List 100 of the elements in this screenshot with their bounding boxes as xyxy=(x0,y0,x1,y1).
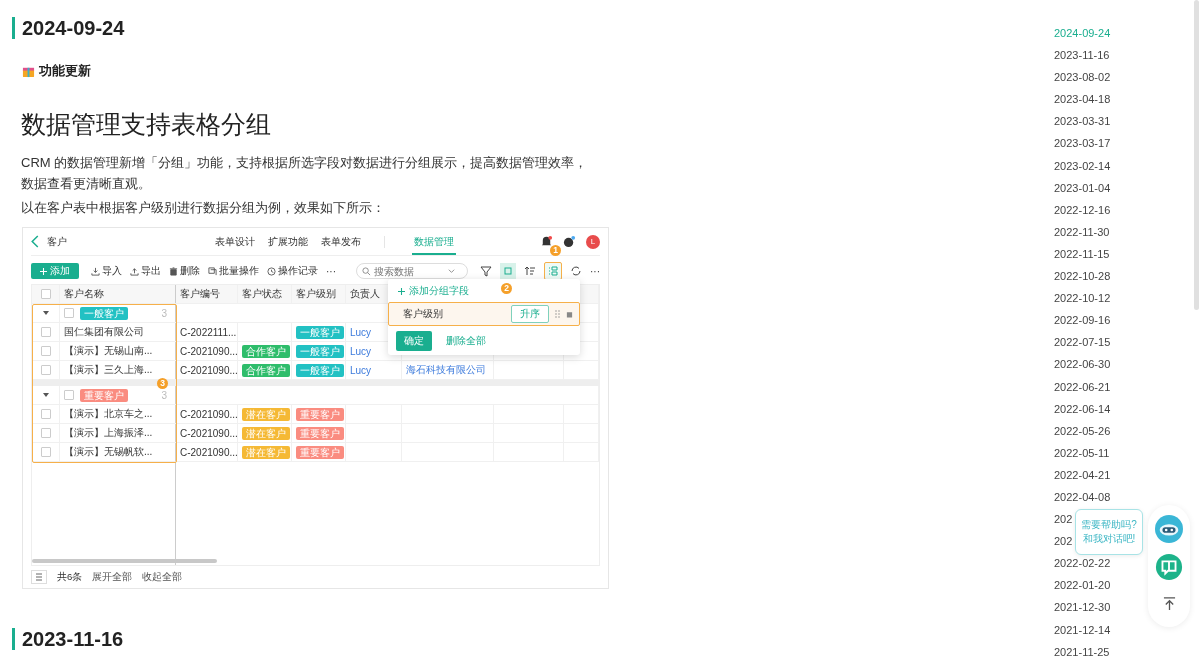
table-cell: 【演示】三久上海... xyxy=(64,363,153,377)
caret-icon[interactable] xyxy=(42,310,49,316)
level-tag: 一般客户 xyxy=(296,363,344,377)
collapse-all-link[interactable]: 收起全部 xyxy=(142,570,183,584)
toc-item[interactable]: 2021-12-14 xyxy=(1054,622,1111,637)
table-cell: C-2021090... xyxy=(180,408,237,420)
article-title: 数据管理支持表格分组 xyxy=(21,109,272,140)
toc-item[interactable]: 2022-07-15 xyxy=(1054,335,1111,350)
step-marker: 3 xyxy=(157,378,168,389)
toc-item[interactable]: 2022-10-28 xyxy=(1054,269,1111,284)
checkbox[interactable] xyxy=(40,327,51,337)
owner-link[interactable]: Lucy xyxy=(350,364,372,376)
search-input[interactable]: 搜索数据 xyxy=(374,265,444,277)
status-tag: 潜在客户 xyxy=(242,445,290,459)
group-tag: 重要客户 xyxy=(80,388,128,402)
chat-icon[interactable] xyxy=(1155,553,1183,581)
toc-item[interactable]: 2022-04-21 xyxy=(1054,467,1111,482)
avatar[interactable]: L xyxy=(586,234,600,249)
toc-item[interactable]: 2022-01-20 xyxy=(1054,578,1111,593)
toc-item[interactable]: 2022-05-26 xyxy=(1054,423,1111,438)
chevron-down-icon[interactable] xyxy=(447,266,456,276)
toc-item[interactable]: 2022-04-08 xyxy=(1054,489,1111,504)
toc-item[interactable]: 2022-06-30 xyxy=(1054,357,1111,372)
toc-item[interactable]: 2022-05-11 xyxy=(1054,445,1110,460)
toolbar-action[interactable]: 导入 xyxy=(91,264,122,278)
toc-item[interactable]: 2023-11-16 xyxy=(1054,48,1110,63)
toc-item[interactable]: 2022-06-14 xyxy=(1054,401,1111,416)
more-button[interactable]: ··· xyxy=(326,265,336,277)
filter-icon[interactable] xyxy=(478,263,494,279)
column-header: 客户名称 xyxy=(64,287,104,301)
page-size-icon[interactable] xyxy=(31,570,47,584)
help-text: 和我对话吧! xyxy=(1082,532,1136,546)
tab[interactable]: 表单设计 xyxy=(215,228,255,255)
status-tag: 合作客户 xyxy=(242,363,290,377)
column-header: 客户编号 xyxy=(180,287,220,301)
table-cell: C-2021090... xyxy=(180,446,237,458)
checkbox[interactable] xyxy=(40,346,51,356)
tab[interactable]: 扩展功能 xyxy=(268,228,308,255)
toc-item[interactable]: 202 xyxy=(1054,534,1073,549)
toc-item[interactable]: 2022-09-16 xyxy=(1054,313,1111,328)
bell-icon[interactable] xyxy=(540,235,553,248)
toc-item[interactable]: 2023-03-17 xyxy=(1054,136,1111,151)
drag-handle-icon[interactable] xyxy=(554,310,561,318)
checkbox[interactable] xyxy=(40,428,51,438)
tab[interactable]: 表单发布 xyxy=(321,228,361,255)
owner-link[interactable]: Lucy xyxy=(350,326,372,338)
toc-item[interactable]: 2023-02-14 xyxy=(1054,158,1111,173)
group-count: 3 xyxy=(161,389,167,401)
checkbox[interactable] xyxy=(64,308,74,318)
toolbar-action[interactable]: 批量操作 xyxy=(208,264,259,278)
toc-item[interactable]: 2021-12-30 xyxy=(1054,600,1111,615)
toolbar-action[interactable]: 操作记录 xyxy=(267,264,318,278)
back-to-top-icon[interactable] xyxy=(1162,597,1176,610)
toc-item[interactable]: 202 xyxy=(1054,512,1073,527)
toc-item[interactable]: 2022-06-21 xyxy=(1054,379,1111,394)
toc-item[interactable]: 2023-08-02 xyxy=(1054,70,1111,85)
group-icon[interactable] xyxy=(544,262,562,280)
refresh-icon[interactable] xyxy=(568,263,584,279)
group-count: 3 xyxy=(161,307,167,319)
back-icon[interactable] xyxy=(31,235,39,248)
checkbox[interactable] xyxy=(40,409,51,419)
badge-label: 功能更新 xyxy=(39,62,91,80)
toc-item[interactable]: 2023-04-18 xyxy=(1054,92,1111,107)
toolbar-action[interactable]: 导出 xyxy=(130,264,161,278)
field-name: 客户级别 xyxy=(403,307,443,321)
toc-item[interactable]: 2023-03-31 xyxy=(1054,114,1111,129)
level-tag: 重要客户 xyxy=(296,426,344,440)
download-icon xyxy=(91,266,100,276)
toc-item[interactable]: 2022-11-30 xyxy=(1054,224,1110,239)
scrollbar[interactable] xyxy=(1194,0,1199,310)
scrollbar[interactable] xyxy=(32,559,217,563)
robot-icon[interactable] xyxy=(1155,515,1183,543)
checkbox[interactable] xyxy=(40,447,51,457)
checkbox[interactable] xyxy=(64,390,74,400)
table-cell: 国仁集团有限公司 xyxy=(64,325,144,339)
plus-icon xyxy=(40,267,47,275)
trash-icon[interactable] xyxy=(566,310,573,318)
total-count: 共6条 xyxy=(57,570,83,584)
expand-all-link[interactable]: 展开全部 xyxy=(92,570,133,584)
toc-item[interactable]: 2023-01-04 xyxy=(1054,180,1111,195)
toc-item[interactable]: 2022-10-12 xyxy=(1054,291,1111,306)
status-tag: 合作客户 xyxy=(242,344,290,358)
paragraph: 以在客户表中根据客户级别进行数据分组为例，效果如下所示： xyxy=(21,199,386,217)
step-marker: 2 xyxy=(501,283,512,294)
more-button[interactable]: ··· xyxy=(590,265,600,277)
owner-link[interactable]: Lucy xyxy=(350,345,372,357)
checkbox[interactable] xyxy=(40,289,51,299)
toc-item[interactable]: 2022-12-16 xyxy=(1054,202,1111,217)
toc-item[interactable]: 2022-11-15 xyxy=(1054,246,1110,261)
checkbox[interactable] xyxy=(40,365,51,375)
toc-item[interactable]: 2022-02-22 xyxy=(1054,556,1111,571)
plus-icon[interactable] xyxy=(398,287,405,295)
company-link[interactable]: 海石科技有限公司 xyxy=(406,363,486,377)
status-tag: 潜在客户 xyxy=(242,426,290,440)
caret-icon[interactable] xyxy=(42,392,49,398)
group-tag: 一般客户 xyxy=(80,306,128,320)
toc-item[interactable]: 2021-11-25 xyxy=(1054,644,1110,659)
trash-icon xyxy=(169,266,178,276)
table-cell: C-2021090... xyxy=(180,364,237,376)
toolbar-action[interactable]: 删除 xyxy=(169,264,200,278)
